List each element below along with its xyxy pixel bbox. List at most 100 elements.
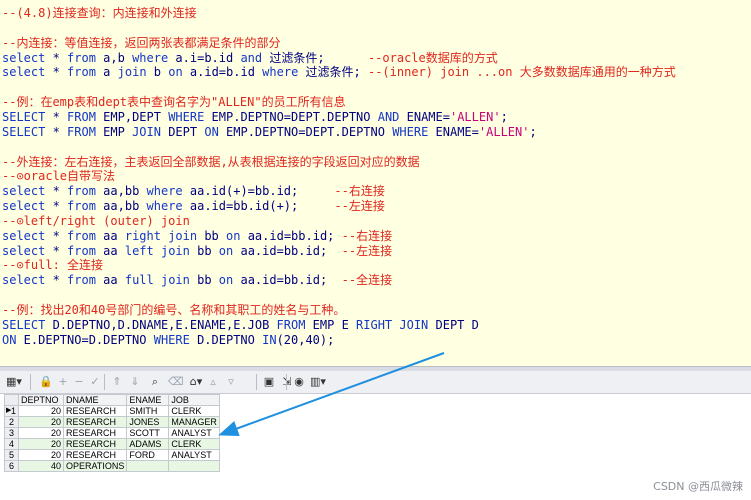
code-text: aa.id=bb.id;: [240, 228, 342, 243]
table-row[interactable]: 6 40 OPERATIONS: [4, 460, 220, 472]
row-number[interactable]: 2: [4, 416, 19, 428]
binoculars-icon[interactable]: ⌕: [148, 374, 162, 390]
first-record-icon[interactable]: ⇑: [110, 374, 124, 390]
single-record-view-icon[interactable]: ◉: [292, 374, 306, 390]
cell-deptno[interactable]: 20: [18, 449, 64, 461]
code-keyword: on: [218, 243, 234, 258]
cell-deptno[interactable]: 40: [18, 460, 64, 472]
code-keyword: select: [2, 184, 46, 199]
cell-job[interactable]: CLERK: [168, 405, 220, 417]
column-header-job[interactable]: JOB: [168, 394, 220, 406]
code-keyword: from: [67, 50, 96, 65]
column-header-dname[interactable]: DNAME: [62, 394, 128, 406]
code-text: aa.id(+)=bb.id;: [182, 184, 335, 199]
code-line: select * from a,b where a.i=b.id and 过滤条…: [2, 51, 498, 66]
code-text: bb: [189, 273, 219, 288]
cell-job[interactable]: ANALYST: [168, 427, 220, 439]
table-row[interactable]: 4 20 RESEARCH ADAMS CLERK: [4, 438, 220, 450]
row-number[interactable]: 1 ▶: [4, 405, 19, 417]
row-indicator-header: [4, 394, 19, 406]
code-keyword: where: [262, 65, 299, 80]
result-grid[interactable]: DEPTNO DNAME ENAME JOB 1 ▶ 20 RESEARCH SMITH…: [0, 394, 751, 500]
cell-job[interactable]: CLERK: [168, 438, 220, 450]
code-text: *: [45, 109, 68, 124]
clear-icon[interactable]: ⌫: [168, 374, 184, 390]
cell-dname[interactable]: RESEARCH: [62, 416, 128, 428]
cell-ename[interactable]: ADAMS: [126, 438, 170, 450]
watermark: CSDN @西瓜微辣: [653, 480, 743, 493]
table-row[interactable]: 1 ▶ 20 RESEARCH SMITH CLERK: [4, 405, 220, 417]
code-line: ON E.DEPTNO=D.DEPTNO WHERE D.DEPTNO IN(2…: [2, 333, 334, 348]
cell-ename[interactable]: SMITH: [126, 405, 170, 417]
last-record-icon[interactable]: ⇓: [128, 374, 142, 390]
row-number[interactable]: 6: [4, 460, 19, 472]
result-table: DEPTNO DNAME ENAME JOB 1 ▶ 20 RESEARCH SMITH…: [4, 394, 220, 472]
add-record-icon[interactable]: +: [56, 374, 70, 390]
cell-job[interactable]: MANAGER: [168, 416, 220, 428]
table-row[interactable]: 5 20 RESEARCH FORD ANALYST: [4, 449, 220, 461]
code-keyword: from: [67, 243, 96, 258]
code-comment: --⊙oracle自带写法: [2, 169, 116, 184]
code-line: select * from aa,bb where aa.id=bb.id(+)…: [2, 199, 385, 214]
code-line: select * from aa full join bb on aa.id=b…: [2, 273, 392, 288]
cell-dname[interactable]: RESEARCH: [62, 405, 128, 417]
row-number[interactable]: 3: [4, 427, 19, 439]
sql-editor[interactable]: --(4.8)连接查询：内连接和外连接 --内连接：等值连接，返回两张表都满足条件…: [0, 0, 751, 366]
cell-job[interactable]: ANALYST: [168, 449, 220, 461]
cell-ename[interactable]: SCOTT: [126, 427, 170, 439]
code-text: ENAME=: [428, 124, 479, 139]
toolbar-separator: [256, 374, 257, 390]
cell-deptno[interactable]: 20: [18, 427, 64, 439]
delete-record-icon[interactable]: −: [72, 374, 86, 390]
column-header-deptno[interactable]: DEPTNO: [18, 394, 64, 406]
code-text: 过滤条件;: [262, 50, 368, 65]
table-row[interactable]: 2 20 RESEARCH JONES MANAGER: [4, 416, 220, 428]
lock-icon[interactable]: 🔒: [36, 374, 56, 390]
next-icon[interactable]: ▿: [224, 374, 238, 390]
code-text: bb: [189, 243, 219, 258]
cell-dname[interactable]: RESEARCH: [62, 427, 128, 439]
cell-job[interactable]: [168, 460, 220, 472]
query-by-example-icon[interactable]: ⌂▾: [186, 374, 206, 390]
column-header-ename[interactable]: ENAME: [126, 394, 170, 406]
code-keyword: FROM: [67, 124, 96, 139]
row-number[interactable]: 4: [4, 438, 19, 450]
table-row[interactable]: 3 20 RESEARCH SCOTT ANALYST: [4, 427, 220, 439]
post-record-icon[interactable]: ✓: [88, 374, 102, 390]
header-row: DEPTNO DNAME ENAME JOB: [4, 394, 220, 406]
save-icon[interactable]: ▣: [262, 374, 276, 390]
cell-ename[interactable]: FORD: [126, 449, 170, 461]
code-keyword: select: [2, 50, 46, 65]
cell-ename[interactable]: JONES: [126, 416, 170, 428]
code-keyword: ON: [204, 124, 219, 139]
code-keyword: FROM: [276, 317, 306, 332]
prior-icon[interactable]: ▵: [206, 374, 220, 390]
code-comment: --内连接：等值连接，返回两张表都满足条件的部分: [2, 35, 281, 50]
code-line: --⊙left/right (outer) join: [2, 214, 190, 229]
code-text: E.DEPTNO=D.DEPTNO: [16, 332, 154, 347]
cell-ename[interactable]: [126, 460, 170, 472]
code-keyword: from: [67, 273, 96, 288]
code-string: 'ALLEN': [449, 109, 501, 124]
code-text: D.DEPTNO,D.DNAME,E.ENAME,E.JOB: [45, 317, 277, 332]
cell-deptno[interactable]: 20: [18, 405, 64, 417]
grid-icon[interactable]: ▦▾: [4, 374, 24, 390]
cell-deptno[interactable]: 20: [18, 416, 64, 428]
cell-deptno[interactable]: 20: [18, 438, 64, 450]
cell-dname[interactable]: RESEARCH: [62, 449, 128, 461]
code-text: D.DEPTNO: [189, 332, 263, 347]
cell-dname[interactable]: OPERATIONS: [62, 460, 128, 472]
row-number[interactable]: 5: [4, 449, 19, 461]
code-keyword: from: [67, 184, 96, 199]
code-comment: --右连接: [341, 228, 393, 243]
current-row-indicator-icon: ▶: [6, 407, 12, 414]
cell-dname[interactable]: RESEARCH: [62, 438, 128, 450]
code-text: ENAME=: [399, 109, 450, 124]
toolbar-separator: [104, 374, 105, 390]
code-line: select * from a join b on a.id=b.id wher…: [2, 65, 676, 80]
code-line: SELECT D.DEPTNO,D.DNAME,E.ENAME,E.JOB FR…: [2, 318, 479, 333]
chart-icon[interactable]: ▥▾: [308, 374, 328, 390]
code-keyword: join: [117, 65, 147, 80]
code-keyword: select: [2, 273, 46, 288]
code-comment: --左连接: [334, 199, 385, 214]
